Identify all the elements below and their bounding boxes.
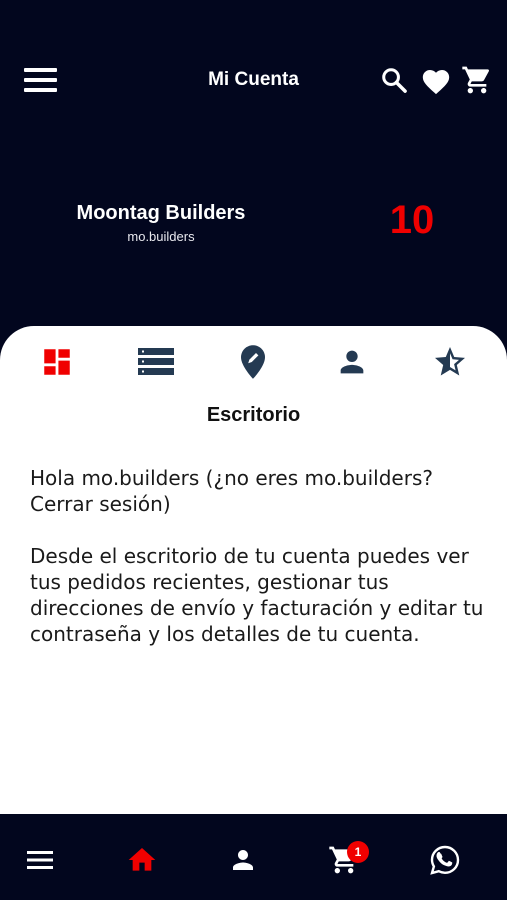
dashboard-icon [44, 349, 70, 375]
search-icon[interactable] [380, 66, 408, 94]
menu-icon [27, 851, 53, 869]
dashboard-content: Hola mo.builders (¿no eres mo.builders? … [30, 465, 485, 673]
tab-dashboard[interactable] [35, 342, 79, 382]
section-title: Escritorio [206, 404, 301, 426]
tab-addresses[interactable] [231, 342, 275, 382]
tab-account[interactable] [330, 342, 374, 382]
location-pin-icon [241, 345, 265, 379]
person-icon [233, 850, 253, 870]
bottom-menu-button[interactable] [20, 840, 60, 880]
whatsapp-icon [430, 845, 460, 875]
tab-orders[interactable] [134, 342, 178, 382]
points-count: 10 [389, 198, 435, 242]
description-text: Desde el escritorio de tu cuenta puedes … [30, 544, 484, 646]
home-icon [128, 848, 156, 871]
profile-username: mo.builders [127, 229, 195, 244]
list-icon [138, 348, 174, 375]
heart-icon[interactable] [420, 66, 452, 95]
cart-badge: 1 [347, 841, 369, 863]
greeting-text: Hola mo.builders (¿no eres mo.builders? … [30, 466, 433, 516]
bottom-account-button[interactable] [223, 840, 263, 880]
top-app-bar: Mi Cuenta [0, 0, 507, 160]
person-icon [340, 350, 364, 374]
bottom-whatsapp-button[interactable] [425, 840, 465, 880]
tab-reviews[interactable] [428, 342, 472, 382]
bottom-home-button[interactable] [122, 840, 162, 880]
profile-name: Moontag Builders [76, 202, 246, 224]
star-icon [435, 347, 465, 376]
cart-icon[interactable] [461, 64, 493, 96]
